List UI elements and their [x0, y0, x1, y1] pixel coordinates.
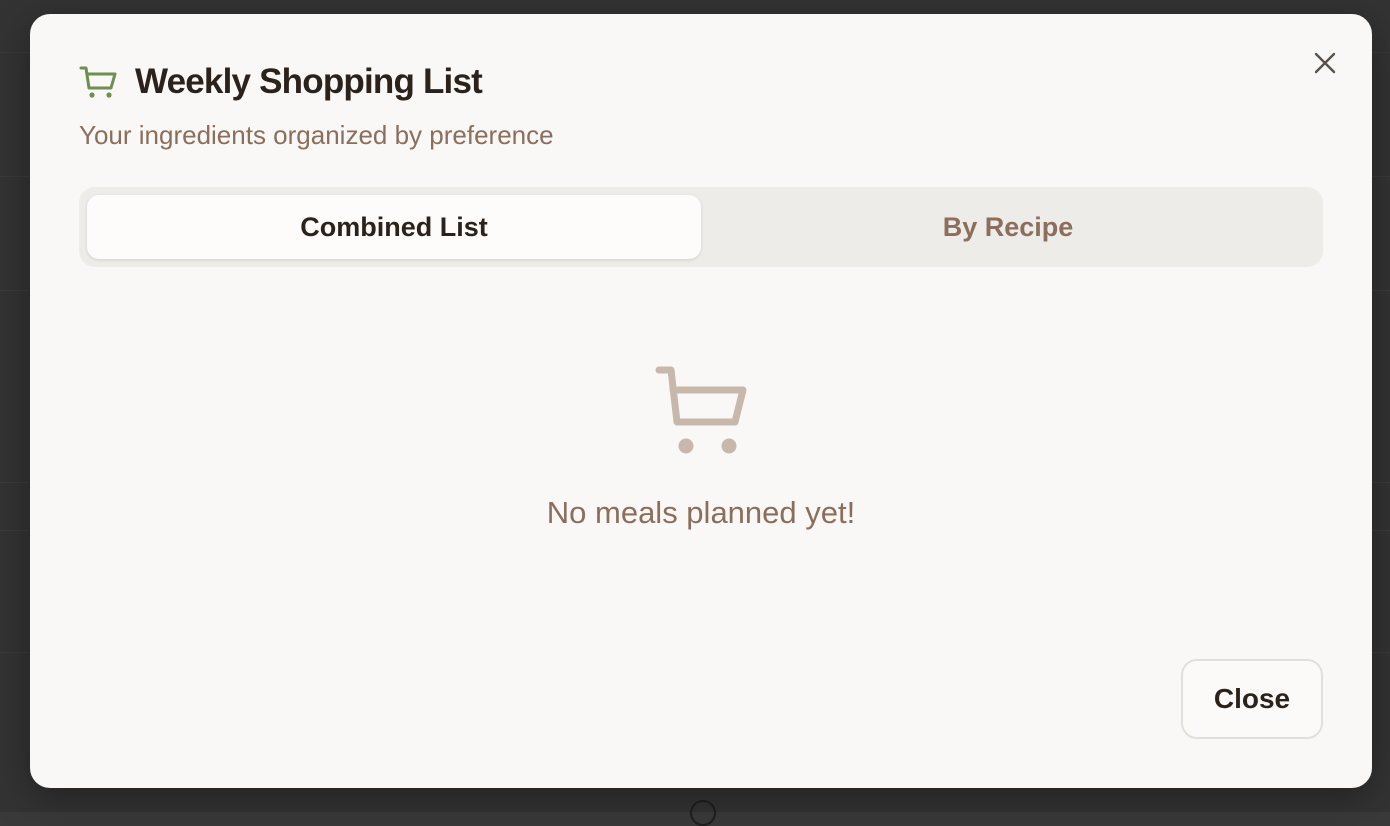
close-icon[interactable]: [1310, 48, 1340, 78]
dialog-title: Weekly Shopping List: [135, 62, 482, 102]
title-row: Weekly Shopping List: [79, 62, 1323, 102]
tab-combined-list[interactable]: Combined List: [87, 195, 701, 259]
tab-by-recipe[interactable]: By Recipe: [701, 195, 1315, 259]
backdrop-icon: [690, 800, 716, 826]
shopping-list-dialog: Weekly Shopping List Your ingredients or…: [30, 14, 1372, 788]
close-button[interactable]: Close: [1181, 659, 1323, 739]
empty-state: No meals planned yet!: [30, 364, 1372, 531]
shopping-cart-icon: [79, 62, 119, 102]
dialog-subtitle: Your ingredients organized by preference: [79, 120, 1323, 151]
view-tabs: Combined List By Recipe: [79, 187, 1323, 267]
empty-state-message: No meals planned yet!: [547, 495, 855, 531]
dialog-header: Weekly Shopping List Your ingredients or…: [79, 62, 1323, 151]
shopping-cart-icon: [655, 364, 747, 461]
